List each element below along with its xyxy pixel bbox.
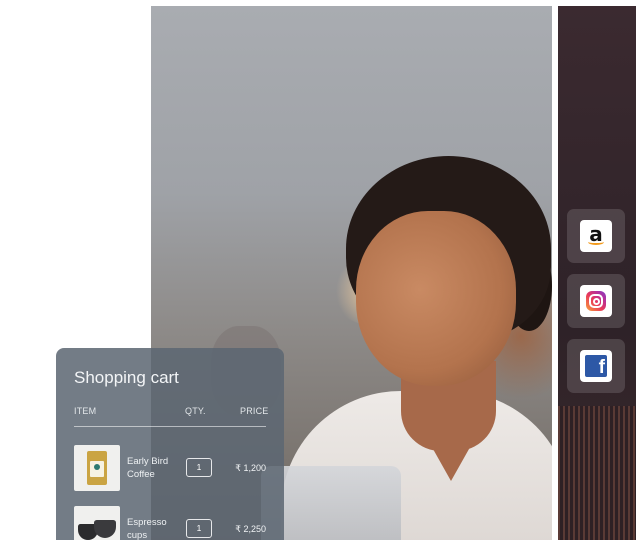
cart-row: Early Bird Coffee 1 ₹ 1,200 — [56, 445, 284, 493]
instagram-logo — [586, 291, 606, 311]
product-name-line1: Espresso — [127, 517, 167, 528]
item-price: ₹ 1,200 — [235, 463, 266, 473]
shopping-cart-card: Shopping cart ITEM QTY. PRICE Early Bird… — [56, 348, 284, 540]
social-panel: a f — [558, 6, 636, 540]
coffee-bag-image — [87, 451, 107, 485]
instagram-icon — [580, 285, 612, 317]
shirt-collar — [406, 401, 496, 481]
column-header-qty: QTY. — [185, 406, 206, 416]
column-header-price: PRICE — [240, 406, 269, 416]
facebook-icon: f — [580, 350, 612, 382]
quantity-field[interactable]: 1 — [186, 458, 212, 477]
panel-texture — [558, 406, 636, 540]
quantity-field[interactable]: 1 — [186, 519, 212, 538]
espresso-cups-image — [78, 520, 116, 540]
product-thumbnail[interactable] — [74, 445, 120, 491]
cart-row: Espresso cups 1 ₹ 2,250 — [56, 506, 284, 540]
cart-title: Shopping cart — [74, 368, 179, 387]
amazon-smile — [588, 239, 604, 245]
product-name-line1: Early Bird — [127, 456, 169, 467]
instagram-link[interactable] — [567, 274, 625, 328]
amazon-icon: a — [580, 220, 612, 252]
facebook-link[interactable]: f — [567, 339, 625, 393]
item-price: ₹ 2,250 — [235, 524, 266, 534]
product-name-line2: cups — [127, 530, 148, 540]
product-name: Early Bird Coffee — [127, 455, 168, 481]
column-header-item: ITEM — [74, 406, 97, 416]
product-name-line2: Coffee — [127, 469, 155, 480]
product-thumbnail[interactable] — [74, 506, 120, 540]
header-divider — [74, 426, 266, 427]
facebook-logo: f — [585, 355, 607, 377]
amazon-link[interactable]: a — [567, 209, 625, 263]
person-face — [356, 211, 516, 386]
product-name: Espresso cups — [127, 516, 167, 540]
